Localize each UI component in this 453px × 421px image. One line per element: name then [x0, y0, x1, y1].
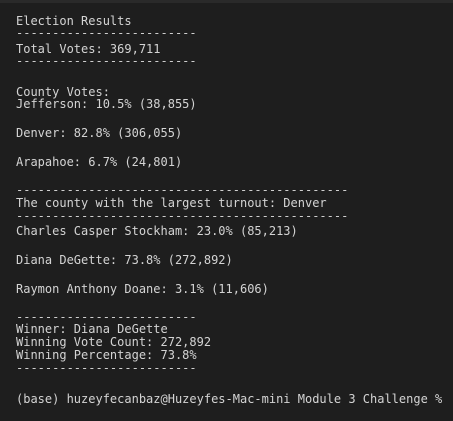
winner-name: Winner: Diana DeGette — [16, 322, 168, 336]
separator: ------------------------- — [16, 26, 197, 40]
county-denver: Denver: 82.8% (306,055) — [16, 126, 183, 140]
separator: ----------------------------------------… — [16, 183, 349, 197]
candidate-degette: Diana DeGette: 73.8% (272,892) — [16, 253, 233, 267]
shell-prompt[interactable]: (base) huzeyfecanbaz@Huzeyfes-Mac-mini M… — [16, 393, 442, 405]
separator: ------------------------- — [16, 54, 197, 68]
terminal-top-edge — [0, 0, 453, 3]
county-jefferson: Jefferson: 10.5% (38,855) — [16, 97, 197, 111]
separator: ------------------------- — [16, 361, 197, 375]
winning-vote-count: Winning Vote Count: 272,892 — [16, 335, 212, 349]
county-arapahoe: Arapahoe: 6.7% (24,801) — [16, 155, 183, 169]
largest-turnout: The county with the largest turnout: Den… — [16, 196, 327, 210]
candidate-doane: Raymon Anthony Doane: 3.1% (11,606) — [16, 282, 269, 296]
winning-percentage: Winning Percentage: 73.8% — [16, 348, 197, 362]
candidate-stockham: Charles Casper Stockham: 23.0% (85,213) — [16, 224, 298, 238]
separator: ----------------------------------------… — [16, 209, 349, 223]
terminal-window[interactable]: Election Results -----------------------… — [0, 0, 453, 421]
